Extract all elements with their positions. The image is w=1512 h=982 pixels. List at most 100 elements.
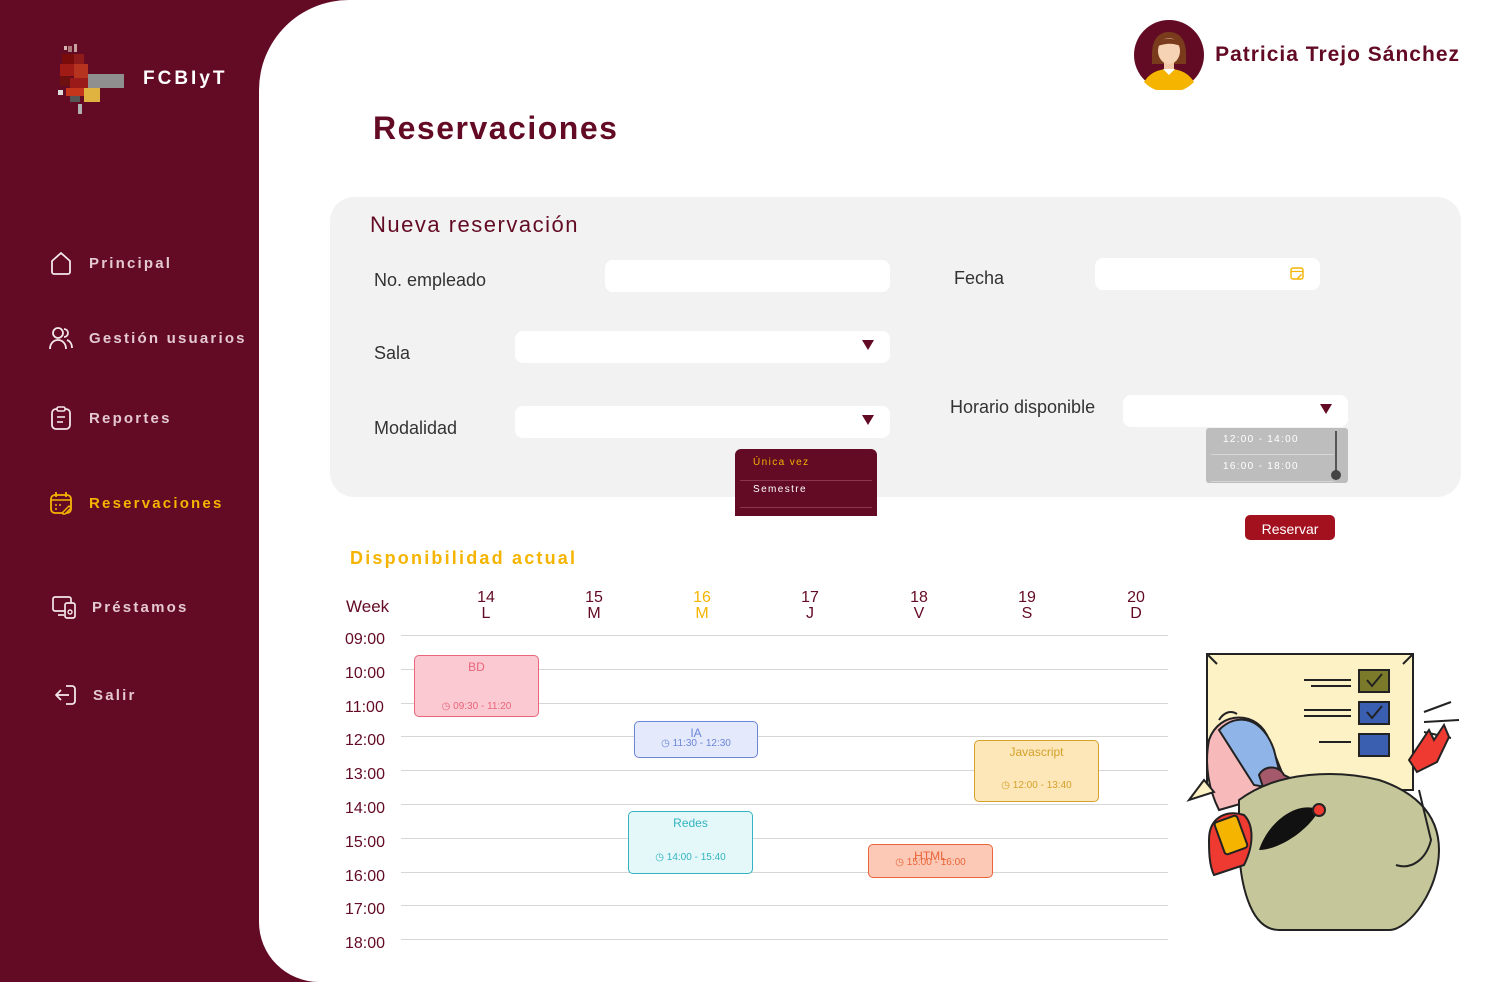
hour-gridline [401,635,1168,636]
event-time: ◷ 09:30 - 11:20 [415,701,538,712]
day-number: 14 [477,589,495,606]
day-header[interactable]: 18 V [889,590,949,622]
event-title: Javascript [1009,745,1064,759]
scrollbar-thumb[interactable] [1331,470,1341,480]
day-header[interactable]: 14 L [456,590,516,622]
sidebar-item-reservaciones[interactable]: Reservaciones [48,490,224,516]
calendar-event[interactable]: HTML ◷ 15:00 - 16:00 [868,844,993,878]
fcbiyt-logo [58,44,124,114]
day-header[interactable]: 16 M [672,590,732,622]
devices-icon [52,596,76,619]
week-label: Week [346,597,390,616]
day-number: 19 [1018,589,1036,606]
day-header[interactable]: 20 D [1106,590,1166,622]
brand-name: FCBIyT [143,68,228,89]
clock-icon: ◷ [655,852,667,863]
hour-gridline [401,905,1168,907]
event-time-value: 09:30 - 11:20 [453,701,512,712]
user-name: Patricia Trejo Sánchez [1215,43,1460,66]
day-letter: V [913,605,925,622]
calendar-event[interactable]: Javascript ◷ 12:00 - 13:40 [974,740,1099,802]
hour-label: 11:00 [345,698,384,716]
sidebar-item-label: Préstamos [92,598,189,616]
calendar-event[interactable]: BD ◷ 09:30 - 11:20 [414,655,539,717]
reserve-button[interactable]: Reservar [1245,515,1335,540]
day-number: 20 [1127,589,1145,606]
day-letter: D [1130,605,1142,622]
main-panel: Patricia Trejo Sánchez Reservaciones Nue… [259,0,1512,982]
clock-icon: ◷ [661,738,673,749]
sidebar-item-reportes[interactable]: Reportes [48,405,172,431]
event-time-value: 14:00 - 15:40 [666,852,726,863]
page-title: Reservaciones [373,110,619,146]
mode-option-semestre[interactable]: Semestre [740,481,872,508]
form-title: Nueva reservación [370,212,579,237]
chevron-down-icon [862,415,874,425]
hour-gridline [401,736,1168,738]
schedule-option[interactable]: 12:00 - 14:00 [1211,428,1334,455]
mode-dropdown-menu: Única vez Semestre [735,449,877,516]
event-time: ◷ 14:00 - 15:40 [629,852,752,863]
sidebar-item-principal[interactable]: Principal [48,250,172,276]
hour-label: 12:00 [345,732,386,750]
day-letter: L [481,605,491,622]
sidebar: FCBIyT Principal Gestión usuarios Report… [0,0,300,982]
room-select[interactable] [515,331,890,363]
checklist-illustration [1186,653,1460,931]
hour-gridline [401,837,1168,839]
sidebar-item-salir[interactable]: Salir [52,682,137,708]
sidebar-item-prestamos[interactable]: Préstamos [51,594,189,620]
schedule-select[interactable] [1123,395,1348,427]
event-time: ◷ 15:00 - 16:00 [869,857,992,868]
event-time-value: 15:00 - 16:00 [906,857,966,868]
event-title: BD [468,660,485,674]
hour-label: 09:00 [345,631,386,648]
sidebar-item-label: Principal [89,254,173,272]
clipboard-icon [51,406,71,430]
day-letter: S [1021,605,1033,622]
sidebar-item-label: Gestión usuarios [89,329,247,347]
scrollbar[interactable] [1335,431,1337,471]
date-label: Fecha [954,268,1005,288]
calendar-event[interactable]: Redes ◷ 14:00 - 15:40 [628,811,753,874]
event-time: ◷ 12:00 - 13:40 [975,780,1098,791]
calendar-icon [1290,267,1304,280]
date-input[interactable] [1095,258,1320,290]
chevron-down-icon [1320,404,1332,414]
avatar [1134,20,1205,90]
hour-label: 16:00 [345,867,386,885]
chevron-down-icon [862,340,874,350]
employee-number-input[interactable] [605,260,890,292]
users-icon [49,327,73,350]
availability-title: Disponibilidad actual [350,548,578,568]
mode-select[interactable] [515,406,890,438]
day-header[interactable]: 17 J [780,590,840,622]
sidebar-item-label: Reservaciones [89,494,224,512]
hour-gridline [401,804,1168,805]
room-label: Sala [374,343,411,363]
hour-gridline [401,939,1168,941]
mode-option-unica-vez[interactable]: Única vez [740,454,872,481]
mode-label: Modalidad [374,418,458,438]
sidebar-item-label: Reportes [89,409,172,427]
sidebar-item-gestion-usuarios[interactable]: Gestión usuarios [48,325,247,351]
day-number: 15 [585,589,603,606]
hour-gridline [401,871,1168,873]
day-header[interactable]: 19 S [997,590,1057,622]
logout-icon [55,685,76,705]
hour-label: 13:00 [345,766,386,784]
hour-label: 17:00 [345,901,386,919]
event-time: ◷ 11:30 - 12:30 [635,738,757,749]
day-header[interactable]: 15 M [564,590,624,622]
clock-icon: ◷ [441,701,454,712]
schedule-option[interactable]: 16:00 - 18:00 [1211,455,1334,482]
day-number: 17 [801,589,819,606]
day-letter: J [806,605,814,622]
user-profile[interactable]: Patricia Trejo Sánchez [1134,20,1460,90]
employee-label: No. empleado [374,270,487,290]
clock-icon: ◷ [1001,780,1013,791]
schedule-label: Horario disponible [950,397,1096,417]
hour-label: 18:00 [345,935,386,953]
calendar-event[interactable]: IA ◷ 11:30 - 12:30 [634,721,758,758]
hour-label: 10:00 [345,664,386,682]
